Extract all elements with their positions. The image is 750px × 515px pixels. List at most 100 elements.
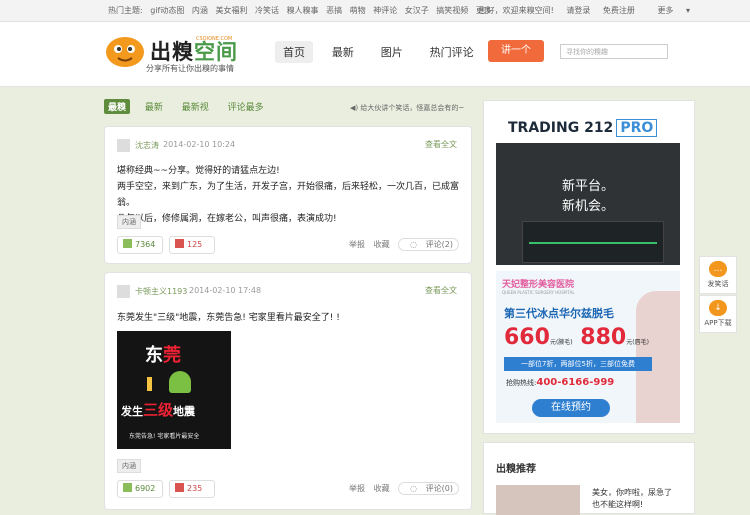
welcome-text: 您好，欢迎来糗空间! <box>478 6 554 15</box>
candle-icon <box>147 377 152 391</box>
post-content: 堪称经典~~分享。觉得好的请猛点左边! 两手空空，来到广东，为了生活，开发子宫，… <box>117 163 471 227</box>
ad1-line2: 新机会。 <box>562 199 615 214</box>
avatar[interactable] <box>117 139 130 152</box>
thumbs-up-icon <box>123 483 132 492</box>
ad2-unit1: 元(腋毛) <box>549 339 573 346</box>
view-full-link[interactable]: 查看全文 <box>425 139 457 150</box>
ad2-price1: 660 <box>504 325 550 350</box>
topic-link[interactable]: 美女福利 <box>215 6 247 15</box>
post-joke-button[interactable]: 讲一个 <box>488 40 544 62</box>
post-time: 2014-02-10 10:24 <box>163 140 236 149</box>
meme-line-a: 发生 <box>121 405 143 418</box>
tab-most-comments[interactable]: 评论最多 <box>224 99 268 114</box>
ad2-offer: 一部位7折，两部位5折，三部位免费 <box>504 357 652 371</box>
collect-link[interactable]: 收藏 <box>374 240 390 249</box>
comment-icon: ◌ <box>410 484 418 493</box>
post-tag[interactable]: 内涵 <box>117 459 141 473</box>
ad2-hospital-en: QUEEN PLASTIC SURGERY HOSPITAL <box>502 290 575 295</box>
hot-topics: 热门主题: gif动态图 内涵 美女福利 冷笑话 糗人糗事 恶搞 萌物 神评论 … <box>108 5 497 16</box>
topic-link[interactable]: 内涵 <box>192 6 208 15</box>
chevron-down-icon: ▾ <box>685 6 690 15</box>
site-header: 出糗空间 CSQIONE.COM 分享所有让你出糗的事情 首页 最新 图片 热门… <box>0 22 750 87</box>
ad2-tel-label: 抢购热线: <box>506 379 537 387</box>
ad2-logo: 天妃整形美容医院 QUEEN PLASTIC SURGERY HOSPITAL <box>502 277 575 295</box>
recommend-thumbnail[interactable] <box>496 485 580 515</box>
ad2-hospital-name: 天妃整形美容医院 <box>502 280 575 290</box>
filter-tabs: 最糗 最新 最新视 评论最多 <box>104 99 276 114</box>
meme-title-a: 东 <box>145 345 163 366</box>
topic-link[interactable]: 恶搞 <box>326 6 342 15</box>
like-button[interactable]: 6902 <box>117 480 163 498</box>
register-link[interactable]: 免费注册 <box>603 6 635 15</box>
post-actions: 举报 收藏 ◌ 评论(0) <box>343 482 459 495</box>
comments-button[interactable]: ◌ 评论(0) <box>398 482 459 495</box>
ad1-pro-badge: PRO <box>616 119 658 137</box>
nav-pictures[interactable]: 图片 <box>373 41 411 63</box>
nav-hot-comments[interactable]: 热门评论 <box>422 41 482 63</box>
comments-button[interactable]: ◌ 评论(2) <box>398 238 459 251</box>
ad2-book-button[interactable]: 在线预约 <box>532 399 610 417</box>
topic-link[interactable]: 萌物 <box>350 6 366 15</box>
post-line: 几年以后，修修属洞，在嫁老公，叫声很痛，表演成功! <box>117 214 337 224</box>
post-tag[interactable]: 内涵 <box>117 215 141 229</box>
notice-text: 给大伙讲个笑话，怪嘉总会有的~ <box>360 104 465 112</box>
ad-column: TRADING 212 PRO 新平台。 新机会。 天妃整形美容医院 QUEEN P… <box>483 100 695 434</box>
recommend-item-text[interactable]: 美女，你咋啦，尿急了也不能这样啊! <box>592 487 672 511</box>
ad1-brand-name: TRADING 212 <box>508 120 614 136</box>
recommend-title: 出糗推荐 <box>496 464 536 475</box>
login-link[interactable]: 请登录 <box>566 6 590 15</box>
dislike-button[interactable]: 125 <box>169 236 215 254</box>
topic-link[interactable]: 搞笑视频 <box>436 6 468 15</box>
dislike-count: 125 <box>187 240 203 249</box>
app-download-float-button[interactable]: ↓ APP下载 <box>699 295 737 333</box>
post-image[interactable]: 东莞 发生三级地震 东莞告急! 宅家看片最安全 <box>117 331 231 449</box>
dislike-count: 235 <box>187 484 203 493</box>
tab-hottest[interactable]: 最糗 <box>104 99 131 114</box>
post-content: 东莞发生"三级"地震，东莞告急! 宅家里看片最安全了! ! <box>117 310 340 326</box>
collect-link[interactable]: 收藏 <box>374 484 390 493</box>
avatar[interactable] <box>117 285 130 298</box>
meme-title-b: 莞 <box>163 345 181 366</box>
view-full-link[interactable]: 查看全文 <box>425 285 457 296</box>
topic-link[interactable]: 女汉子 <box>405 6 429 15</box>
like-count: 7364 <box>135 240 156 249</box>
topic-link[interactable]: 冷笑话 <box>255 6 279 15</box>
nav-home[interactable]: 首页 <box>275 41 313 63</box>
ad2-tel-number: 400-6166-999 <box>536 377 615 388</box>
ad-hospital[interactable]: 天妃整形美容医院 QUEEN PLASTIC SURGERY HOSPITAL 第… <box>496 271 680 423</box>
tab-latest-video[interactable]: 最新视 <box>178 99 213 114</box>
post-author[interactable]: 沈志涛 <box>135 140 159 151</box>
report-link[interactable]: 举报 <box>349 240 365 249</box>
like-button[interactable]: 7364 <box>117 236 163 254</box>
logo-text-a: 出糗 <box>150 40 194 64</box>
more-menu[interactable]: 更多 ▾ <box>647 6 690 15</box>
android-icon <box>169 371 191 393</box>
hot-topics-label: 热门主题: <box>108 6 143 15</box>
slogan: 分享所有让你出糗的事情 <box>146 64 234 73</box>
ad1-chart-image <box>522 221 664 263</box>
comments-count: 评论(2) <box>425 240 453 249</box>
report-link[interactable]: 举报 <box>349 484 365 493</box>
meme-caption: 东莞告急! 宅家看片最安全 <box>129 433 200 440</box>
post-card: 沈志涛 2014-02-10 10:24 查看全文 堪称经典~~分享。觉得好的请… <box>104 126 472 264</box>
topic-link[interactable]: 神评论 <box>373 6 397 15</box>
tab-latest[interactable]: 最新 <box>141 99 167 114</box>
logo-mascot-icon[interactable] <box>104 34 146 70</box>
comment-icon: ◌ <box>410 240 418 249</box>
ad-trading212[interactable]: TRADING 212 PRO 新平台。 新机会。 <box>496 113 680 265</box>
ad1-brand: TRADING 212 PRO <box>496 113 680 143</box>
post-joke-float-button[interactable]: … 发笑话 <box>699 256 737 294</box>
top-bar: 热门主题: gif动态图 内涵 美女福利 冷笑话 糗人糗事 恶搞 萌物 神评论 … <box>0 0 750 22</box>
dislike-button[interactable]: 235 <box>169 480 215 498</box>
topic-link[interactable]: gif动态图 <box>150 6 184 15</box>
ad2-tel: 抢购热线:400-6166-999 <box>506 377 614 388</box>
post-author[interactable]: 卡顿主义1193 <box>135 286 187 297</box>
speaker-icon: ◀︎) <box>350 104 359 112</box>
topic-link[interactable]: 糗人糗事 <box>287 6 319 15</box>
logo-text-b: 空间 <box>194 40 238 64</box>
search-input[interactable]: 寻找你的糗趣 <box>560 44 668 59</box>
float-label: APP下载 <box>704 319 732 327</box>
post-line: 两手空空，来到广东，为了生活，开发子宫，开始很痛，后来轻松，一次几百，已成富翁。 <box>117 182 460 208</box>
meme-line: 发生三级地震 <box>121 399 195 420</box>
nav-latest[interactable]: 最新 <box>324 41 362 63</box>
